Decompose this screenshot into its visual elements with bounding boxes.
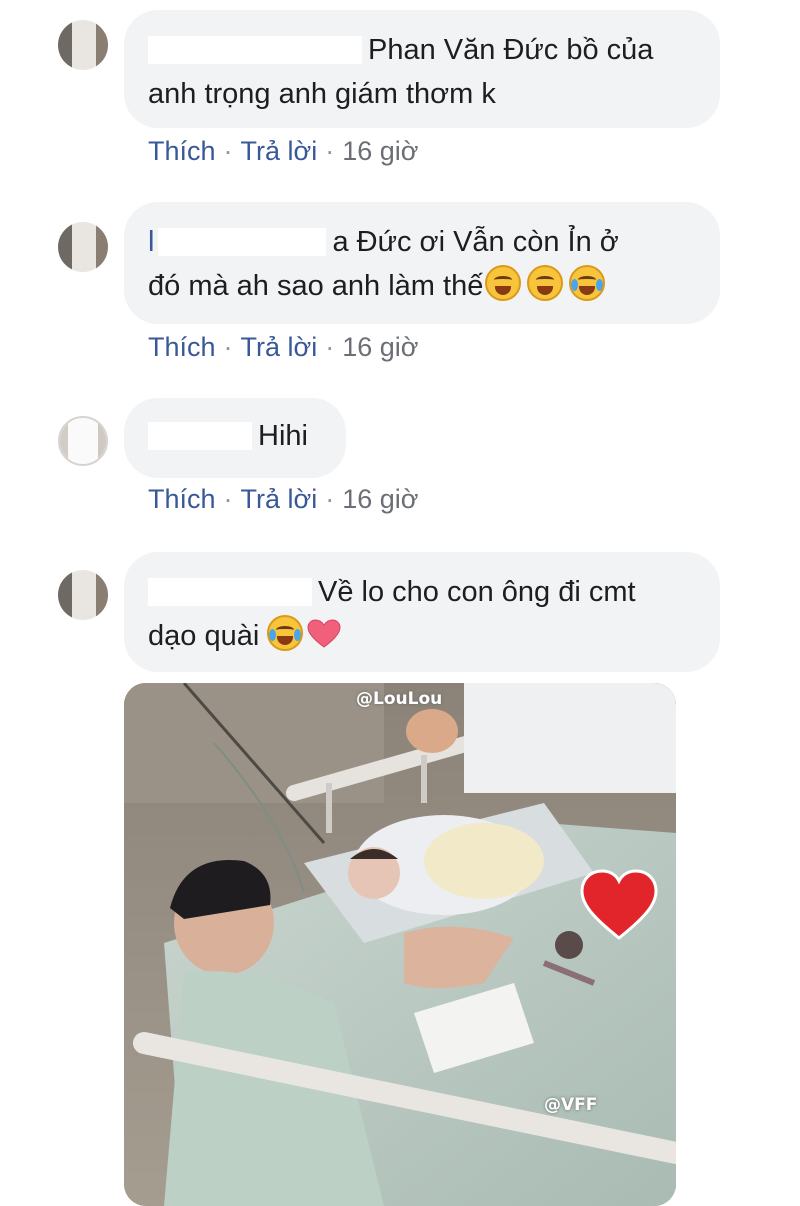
redacted-author-name[interactable] [148,422,252,450]
timestamp[interactable]: 16 giờ [342,332,418,362]
comment-bubble: Phan Văn Đức bồ của anh trọng anh giám t… [124,10,720,128]
separator-dot: · [325,136,335,166]
author-name-partial[interactable]: l [148,226,154,258]
comment-text-line2: đó mà ah sao anh làm thế [148,270,484,302]
reply-link[interactable]: Trả lời [241,332,318,362]
comment-actions: Thích · Trả lời · 16 giờ [148,484,419,515]
reply-link[interactable]: Trả lời [241,136,318,166]
comment-text-line2: dạo quài [148,620,260,652]
comment-text-line1: Hihi [258,420,308,452]
comment-bubble: Về lo cho con ông đi cmt dạo quài [124,552,720,672]
avatar[interactable] [58,570,108,620]
separator-dot: · [325,484,335,514]
reply-link[interactable]: Trả lời [241,484,318,514]
tears-of-joy-icon [569,265,606,301]
heart-icon [307,619,341,648]
separator-dot: · [325,332,335,362]
like-link[interactable]: Thích [148,136,216,166]
comment-text-line2: anh trọng anh giám thơm k [148,78,496,110]
comment-text-line1: Về lo cho con ông đi cmt [318,576,636,608]
separator-dot: · [223,136,233,166]
comment-actions: Thích · Trả lời · 16 giờ [148,136,419,167]
avatar[interactable] [58,20,108,70]
watermark-top: @LouLou [356,689,443,709]
separator-dot: · [223,484,233,514]
timestamp[interactable]: 16 giờ [342,136,418,166]
redacted-author-name[interactable] [148,578,312,606]
timestamp[interactable]: 16 giờ [342,484,418,514]
comment-attachment-photo[interactable]: @LouLou @VFF [124,683,676,1206]
avatar[interactable] [58,416,108,466]
hospital-photo-image [124,683,676,1206]
avatar[interactable] [58,222,108,272]
redacted-author-name[interactable] [158,228,327,256]
grinning-face-icon [485,265,522,301]
redacted-author-name[interactable] [148,36,362,64]
comment-bubble: l a Đức ơi Vẫn còn Ỉn ở đó mà ah sao anh … [124,202,720,324]
comment-bubble: Hihi [124,398,346,478]
comment-text-line1: Phan Văn Đức bồ của [368,34,654,66]
like-link[interactable]: Thích [148,332,216,362]
tears-of-joy-icon [267,615,304,651]
grinning-face-icon [527,265,564,301]
watermark-bottom: @VFF [544,1095,598,1115]
comment-text-line1: a Đức ơi Vẫn còn Ỉn ở [332,226,619,258]
separator-dot: · [223,332,233,362]
like-link[interactable]: Thích [148,484,216,514]
comment-actions: Thích · Trả lời · 16 giờ [148,332,419,363]
